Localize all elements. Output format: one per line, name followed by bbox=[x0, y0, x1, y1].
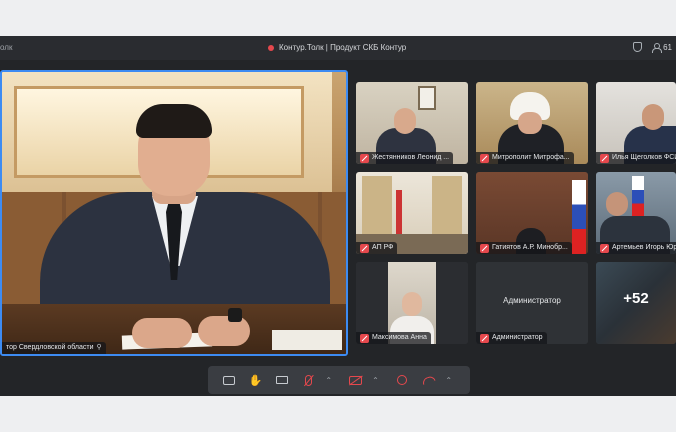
more-participants-tile[interactable]: +52 bbox=[596, 262, 676, 344]
record-button[interactable] bbox=[391, 370, 413, 390]
participant-head bbox=[518, 112, 542, 134]
flag bbox=[396, 190, 402, 234]
hang-up-options-button[interactable]: ⌃ bbox=[438, 370, 460, 390]
microphone-options-button[interactable]: ⌃ bbox=[318, 370, 340, 390]
participant-label: АП РФ bbox=[356, 242, 398, 254]
screen-share-button[interactable] bbox=[271, 370, 293, 390]
russian-flag bbox=[632, 176, 644, 218]
microphone-button[interactable] bbox=[297, 370, 319, 390]
participant-label: Артемьев Игорь Юр bbox=[596, 242, 676, 254]
participant-head bbox=[394, 108, 416, 134]
chat-icon bbox=[223, 375, 236, 385]
paper-stack bbox=[272, 330, 342, 350]
pin-icon[interactable]: ⚲ bbox=[97, 342, 102, 354]
participant-tile[interactable]: Максимова Анна bbox=[356, 262, 468, 344]
participants-icon bbox=[652, 42, 663, 53]
chat-button[interactable] bbox=[218, 370, 240, 390]
hang-up-icon bbox=[421, 374, 436, 386]
more-participants-count: +52 bbox=[623, 290, 649, 307]
main-speaker-name: тор Свердловской области bbox=[6, 344, 94, 351]
speaker-hair bbox=[136, 104, 212, 138]
participant-tile[interactable]: Митрополит Митрофа... bbox=[476, 82, 588, 164]
participant-name: Артемьев Игорь Юр bbox=[612, 244, 676, 251]
speaker-hand-left bbox=[132, 318, 192, 348]
participant-label: Гатиятов А.Р. Минобр... bbox=[476, 242, 572, 254]
mic-off-icon bbox=[480, 243, 489, 253]
participant-name: Максимова Анна bbox=[372, 334, 427, 341]
wall-frame bbox=[418, 86, 436, 110]
mic-off-icon bbox=[360, 153, 369, 163]
mic-off-icon bbox=[304, 374, 312, 386]
title-bar-actions: 61 bbox=[633, 42, 672, 53]
mic-off-icon bbox=[600, 243, 609, 253]
camera-off-icon bbox=[348, 375, 362, 385]
camera-button[interactable] bbox=[344, 370, 366, 390]
participant-head bbox=[402, 292, 422, 316]
participant-label: Жестянников Леонид ... bbox=[356, 152, 454, 164]
main-speaker-label: тор Свердловской области ⚲ bbox=[2, 342, 106, 354]
administrator-tile[interactable]: Администратор Администратор bbox=[476, 262, 588, 344]
participant-label: Митрополит Митрофа... bbox=[476, 152, 574, 164]
participant-tile[interactable]: Гатиятов А.Р. Минобр... bbox=[476, 172, 588, 254]
recording-indicator-icon bbox=[268, 44, 274, 51]
participant-name: Администратор bbox=[492, 334, 543, 341]
participant-name: Митрополит Митрофа... bbox=[492, 154, 570, 161]
mic-off-icon bbox=[480, 333, 489, 343]
participant-name: АП РФ bbox=[372, 244, 394, 251]
title-bar: олк Контур.Толк | Продукт СКБ Контур 61 bbox=[0, 36, 676, 60]
participant-tile[interactable]: Артемьев Игорь Юр bbox=[596, 172, 676, 254]
participant-label: Илья Щеголков ФСИ bbox=[596, 152, 676, 164]
app-name-fragment: олк bbox=[0, 43, 13, 52]
participant-tile[interactable]: Жестянников Леонид ... bbox=[356, 82, 468, 164]
camera-options-button[interactable]: ⌃ bbox=[365, 370, 387, 390]
participants-button[interactable]: 61 bbox=[652, 42, 672, 53]
participant-label: Администратор bbox=[476, 332, 547, 344]
participant-label: Максимова Анна bbox=[356, 332, 431, 344]
main-speaker-tile[interactable]: тор Свердловской области ⚲ bbox=[0, 70, 348, 356]
raise-hand-icon: ✋ bbox=[248, 374, 263, 387]
mic-off-icon bbox=[600, 153, 609, 163]
participant-name: Илья Щеголков ФСИ bbox=[612, 154, 676, 161]
screenshot-page: олк Контур.Толк | Продукт СКБ Контур 61 bbox=[0, 0, 676, 432]
mic-off-icon bbox=[480, 153, 489, 163]
hang-up-button[interactable] bbox=[417, 370, 439, 390]
conference-window: олк Контур.Толк | Продукт СКБ Контур 61 bbox=[0, 36, 676, 396]
mic-off-icon bbox=[360, 243, 369, 253]
participant-name: Жестянников Леонид ... bbox=[372, 154, 450, 161]
speaker-hand-right bbox=[198, 316, 250, 346]
screen-share-icon bbox=[275, 376, 288, 384]
call-controls-toolbar: ✋ ⌃ ⌃ ⌃ bbox=[208, 366, 470, 394]
emblem bbox=[506, 192, 562, 212]
participant-head bbox=[642, 104, 664, 130]
chevron-up-icon: ⌃ bbox=[445, 375, 453, 385]
administrator-placeholder: Администратор bbox=[503, 296, 561, 305]
participant-head bbox=[606, 192, 628, 216]
participant-tile[interactable]: АП РФ bbox=[356, 172, 468, 254]
mic-off-icon bbox=[360, 333, 369, 343]
meeting-title: Контур.Толк | Продукт СКБ Контур bbox=[268, 43, 406, 52]
participant-tile[interactable]: Илья Щеголков ФСИ bbox=[596, 82, 676, 164]
chevron-up-icon: ⌃ bbox=[325, 375, 333, 385]
security-shield-icon[interactable] bbox=[633, 42, 643, 52]
window-title: Контур.Толк | Продукт СКБ Контур bbox=[279, 43, 407, 52]
raise-hand-button[interactable]: ✋ bbox=[245, 370, 267, 390]
speaker-watch bbox=[228, 308, 242, 322]
participant-name: Гатиятов А.Р. Минобр... bbox=[492, 244, 568, 251]
russian-flag bbox=[572, 180, 586, 254]
record-icon bbox=[396, 375, 407, 385]
chevron-up-icon: ⌃ bbox=[372, 375, 379, 385]
participants-count: 61 bbox=[663, 42, 672, 52]
